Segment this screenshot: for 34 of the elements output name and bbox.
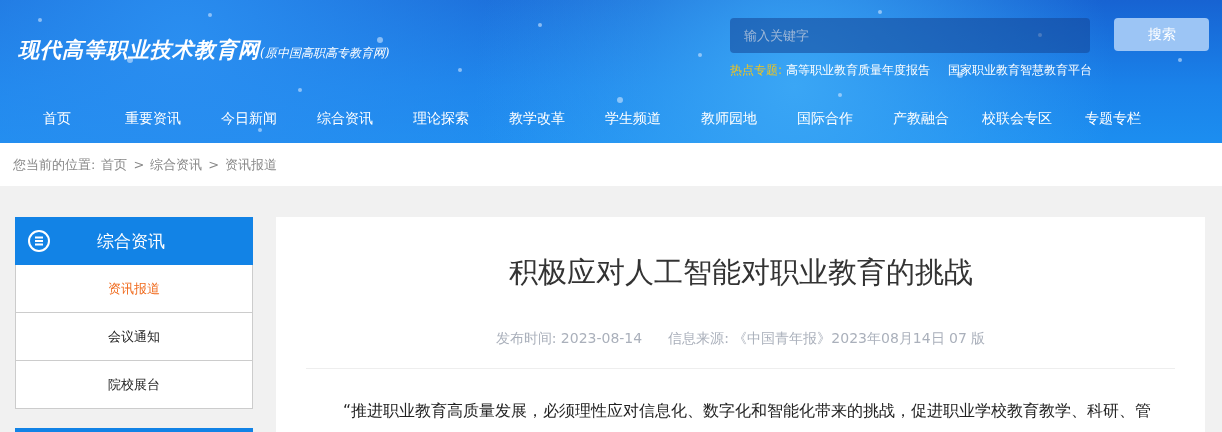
list-icon <box>27 229 51 253</box>
nav-item[interactable]: 产教融合 <box>873 98 969 138</box>
breadcrumb-link[interactable]: 资讯报道 <box>225 155 278 174</box>
breadcrumb-separator: > <box>133 157 145 172</box>
nav-item[interactable]: 学生频道 <box>585 98 681 138</box>
nav-item[interactable]: 教学改革 <box>489 98 585 138</box>
nav-item[interactable]: 综合资讯 <box>297 98 393 138</box>
nav-item[interactable]: 理论探索 <box>393 98 489 138</box>
sidebar-title: 综合资讯 <box>97 229 165 253</box>
hot-topic-link[interactable]: 高等职业教育质量年度报告 <box>786 62 931 79</box>
nav-item[interactable]: 校联会专区 <box>969 98 1065 138</box>
nav-item[interactable]: 教师园地 <box>681 98 777 138</box>
sidebar-item[interactable]: 院校展台 <box>15 361 253 409</box>
hot-topics-label: 热点专题: <box>730 62 783 79</box>
nav-item[interactable]: 国际合作 <box>777 98 873 138</box>
sidebar-item[interactable]: 资讯报道 <box>15 265 253 313</box>
site-title: 现代高等职业技术教育网 <box>18 36 260 64</box>
nav-item[interactable]: 首页 <box>9 98 105 138</box>
breadcrumb-separator: > <box>208 157 220 172</box>
nav-item[interactable]: 今日新闻 <box>201 98 297 138</box>
search-button[interactable]: 搜索 <box>1114 18 1209 51</box>
sidebar-item[interactable]: 会议通知 <box>15 313 253 361</box>
publish-date: 发布时间: 2023-08-14 <box>495 330 643 348</box>
search-field[interactable]: 输入关键字 <box>730 18 1090 53</box>
breadcrumb-label: 您当前的位置: <box>13 155 96 174</box>
nav-item[interactable]: 重要资讯 <box>105 98 201 138</box>
hot-topic-link[interactable]: 国家职业教育智慧教育平台 <box>948 62 1093 79</box>
article-paragraph: “推进职业教育高质量发展，必须理性应对信息化、数字化和智能化带来的挑战，促进职业学校教育教学、科研、管 <box>343 401 1153 422</box>
nav-item[interactable]: 专题专栏 <box>1065 98 1161 138</box>
article-source: 信息来源: 《中国青年报》2023年08月14日 07 版 <box>668 330 986 348</box>
article-title: 积极应对人工智能对职业教育的挑战 <box>507 254 974 291</box>
breadcrumb-link[interactable]: 首页 <box>101 155 128 174</box>
breadcrumb-link[interactable]: 综合资讯 <box>150 155 203 174</box>
site-subtitle: (原中国高职高专教育网) <box>260 46 390 62</box>
